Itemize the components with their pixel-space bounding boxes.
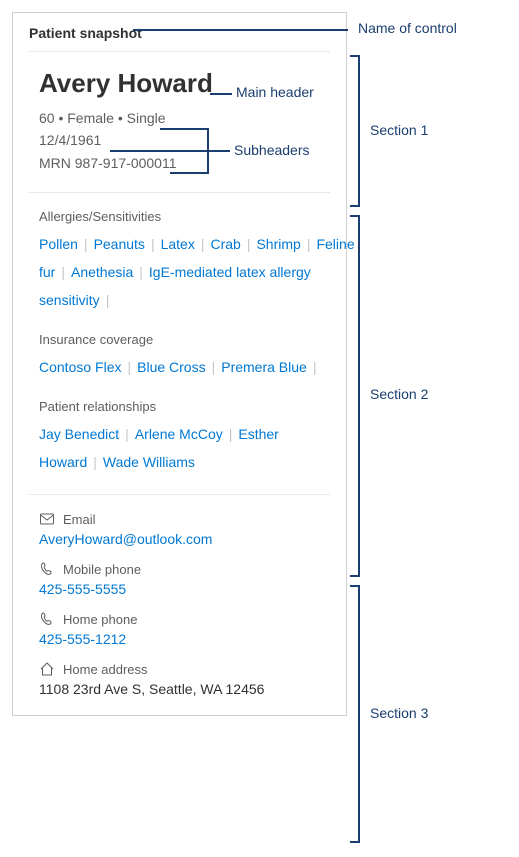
- annotation-line: [160, 128, 208, 130]
- mobile-value[interactable]: 425-555-5555: [39, 581, 328, 597]
- separator: |: [145, 236, 161, 252]
- tag-link[interactable]: Shrimp: [256, 236, 300, 252]
- separator: |: [195, 236, 211, 252]
- home-icon: [39, 661, 55, 677]
- tag-link[interactable]: Crab: [210, 236, 240, 252]
- tag-link[interactable]: Premera Blue: [221, 359, 307, 375]
- email-label: Email: [63, 512, 96, 527]
- annotation-line: [133, 29, 348, 31]
- annotation-line: [170, 172, 208, 174]
- separator: |: [121, 359, 137, 375]
- separator: |: [55, 264, 71, 280]
- phone-icon: [39, 561, 55, 577]
- patient-snapshot-card: Patient snapshot Avery Howard 60 • Femal…: [12, 12, 347, 716]
- separator: |: [133, 264, 149, 280]
- annotation-line: [110, 150, 208, 152]
- annotation-line: [208, 150, 230, 152]
- section-3: Email AveryHoward@outlook.com Mobile pho…: [13, 495, 346, 715]
- separator: |: [223, 426, 239, 442]
- address-label: Home address: [63, 662, 148, 677]
- annotation-name-of-control: Name of control: [358, 20, 457, 36]
- tag-link[interactable]: Contoso Flex: [39, 359, 121, 375]
- address-label-row: Home address: [39, 661, 328, 677]
- tag-link[interactable]: Blue Cross: [137, 359, 205, 375]
- separator: |: [87, 454, 103, 470]
- separator: |: [119, 426, 135, 442]
- tag-link[interactable]: Wade Williams: [103, 454, 195, 470]
- tag-link[interactable]: Arlene McCoy: [135, 426, 223, 442]
- relationships-list: Jay Benedict|Arlene McCoy|Esther Howard|…: [39, 420, 328, 476]
- section-2: Allergies/Sensitivities Pollen|Peanuts|L…: [13, 193, 346, 494]
- address-value: 1108 23rd Ave S, Seattle, WA 12456: [39, 681, 328, 697]
- bracket-section-1: [350, 55, 360, 207]
- mail-icon: [39, 511, 55, 527]
- tag-link[interactable]: Peanuts: [94, 236, 145, 252]
- mobile-item: Mobile phone 425-555-5555: [39, 561, 328, 597]
- annotation-section-1: Section 1: [370, 122, 428, 138]
- bracket-section-3: [350, 585, 360, 843]
- tag-link[interactable]: Pollen: [39, 236, 78, 252]
- annotation-main-header: Main header: [236, 84, 314, 100]
- tag-link[interactable]: Jay Benedict: [39, 426, 119, 442]
- annotation-section-3: Section 3: [370, 705, 428, 721]
- home-phone-item: Home phone 425-555-1212: [39, 611, 328, 647]
- home-phone-value[interactable]: 425-555-1212: [39, 631, 328, 647]
- relationships-label: Patient relationships: [39, 399, 328, 414]
- separator: |: [100, 292, 116, 308]
- separator: |: [78, 236, 94, 252]
- insurance-label: Insurance coverage: [39, 332, 328, 347]
- address-item: Home address 1108 23rd Ave S, Seattle, W…: [39, 661, 328, 697]
- allergies-list: Pollen|Peanuts|Latex|Crab|Shrimp|Feline …: [39, 230, 328, 314]
- demographics-subheader: 60 • Female • Single: [39, 107, 328, 129]
- email-item: Email AveryHoward@outlook.com: [39, 511, 328, 547]
- annotation-subheaders: Subheaders: [234, 142, 310, 158]
- email-value[interactable]: AveryHoward@outlook.com: [39, 531, 328, 547]
- phone-icon: [39, 611, 55, 627]
- insurance-list: Contoso Flex|Blue Cross|Premera Blue|: [39, 353, 328, 381]
- separator: |: [301, 236, 317, 252]
- home-phone-label-row: Home phone: [39, 611, 328, 627]
- separator: |: [241, 236, 257, 252]
- tag-link[interactable]: Anethesia: [71, 264, 133, 280]
- separator: |: [307, 359, 323, 375]
- annotation-section-2: Section 2: [370, 386, 428, 402]
- email-label-row: Email: [39, 511, 328, 527]
- separator: |: [206, 359, 222, 375]
- mobile-label: Mobile phone: [63, 562, 141, 577]
- tag-link[interactable]: Latex: [161, 236, 195, 252]
- allergies-label: Allergies/Sensitivities: [39, 209, 328, 224]
- mobile-label-row: Mobile phone: [39, 561, 328, 577]
- bracket-section-2: [350, 215, 360, 577]
- control-title: Patient snapshot: [13, 13, 346, 51]
- home-phone-label: Home phone: [63, 612, 137, 627]
- annotation-line: [210, 93, 232, 95]
